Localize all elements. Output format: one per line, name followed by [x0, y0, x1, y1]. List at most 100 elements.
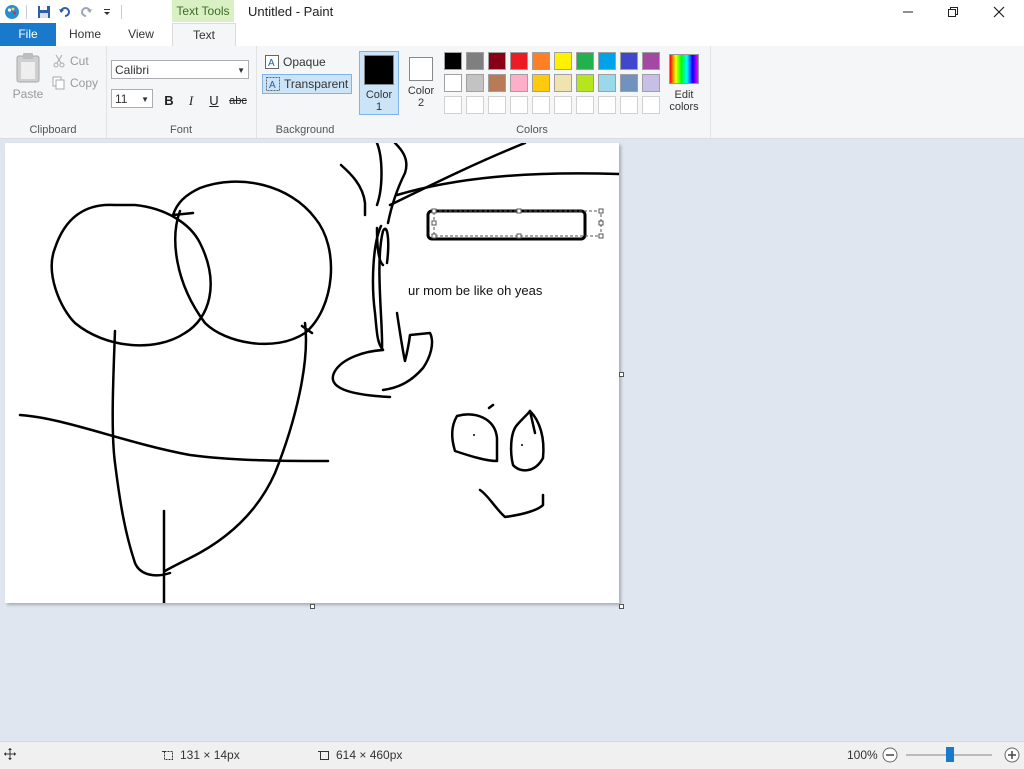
color1-button[interactable]: Color 1	[359, 51, 399, 115]
transparent-button[interactable]: A Transparent	[262, 74, 353, 94]
close-icon	[993, 6, 1005, 17]
quick-access-toolbar	[0, 0, 127, 23]
palette-color-swatch[interactable]	[554, 74, 572, 92]
paste-button[interactable]: Paste	[8, 52, 48, 104]
redo-icon[interactable]	[77, 3, 95, 21]
minimize-icon	[903, 11, 913, 12]
opaque-icon: A	[265, 55, 279, 69]
zoom-slider-thumb[interactable]	[946, 747, 954, 762]
color2-number: 2	[417, 97, 425, 109]
palette-color-swatch[interactable]	[510, 52, 528, 70]
palette-color-swatch[interactable]	[642, 52, 660, 70]
resize-handle-corner[interactable]	[619, 604, 624, 609]
palette-color-swatch[interactable]	[510, 96, 528, 114]
font-family-select[interactable]: Calibri ▼	[111, 60, 249, 79]
edit-colors-label-2: colors	[669, 101, 699, 113]
font-size-value: 11	[115, 92, 128, 106]
palette-color-swatch[interactable]	[510, 74, 528, 92]
palette-color-swatch[interactable]	[488, 96, 506, 114]
palette-color-swatch[interactable]	[444, 52, 462, 70]
cut-button[interactable]: Cut	[52, 54, 89, 68]
palette-color-swatch[interactable]	[444, 74, 462, 92]
tab-file[interactable]: File	[0, 23, 56, 46]
palette-color-swatch[interactable]	[466, 96, 484, 114]
status-bar: 131 × 14px 614 × 460px 100%	[0, 741, 1024, 769]
clipboard-group: Paste Cut Copy Clipboard	[0, 46, 107, 138]
opaque-button[interactable]: A Opaque	[262, 52, 329, 72]
palette-color-swatch[interactable]	[642, 74, 660, 92]
palette-color-swatch[interactable]	[466, 74, 484, 92]
strikethrough-button[interactable]: abc	[228, 91, 248, 111]
color2-button[interactable]: Color 2	[401, 51, 441, 115]
separator	[26, 4, 27, 19]
maximize-button[interactable]	[930, 0, 976, 23]
palette-color-swatch[interactable]	[444, 96, 462, 114]
restore-icon	[948, 6, 958, 17]
transparent-icon: A	[266, 77, 280, 91]
save-icon[interactable]	[35, 3, 53, 21]
edit-colors-button[interactable]: Edit colors	[666, 54, 702, 113]
font-size-select[interactable]: 11 ▼	[111, 89, 153, 108]
chevron-down-icon: ▼	[237, 66, 245, 75]
tab-home[interactable]: Home	[62, 23, 108, 46]
window-title: Untitled - Paint	[248, 4, 334, 19]
separator	[121, 4, 122, 19]
copy-icon	[52, 76, 65, 90]
resize-handle-bottom[interactable]	[310, 604, 315, 609]
font-group: Calibri ▼ 11 ▼ B I U abc Font	[106, 46, 257, 138]
paint-app-icon[interactable]	[3, 3, 21, 21]
palette-color-swatch[interactable]	[532, 52, 550, 70]
palette-color-swatch[interactable]	[598, 96, 616, 114]
tab-text[interactable]: Text	[172, 23, 236, 48]
selection-size-value: 131 × 14px	[180, 748, 240, 762]
svg-text:A: A	[268, 58, 275, 69]
zoom-value: 100%	[847, 748, 878, 762]
italic-button[interactable]: I	[181, 91, 201, 111]
tab-view[interactable]: View	[118, 23, 164, 46]
svg-text:A: A	[269, 80, 276, 91]
minimize-button[interactable]	[885, 0, 931, 23]
zoom-level: 100%	[847, 748, 878, 762]
copy-button[interactable]: Copy	[52, 76, 98, 90]
color1-label: Color	[365, 89, 393, 101]
canvas-size-icon	[318, 751, 329, 760]
transparent-label: Transparent	[284, 77, 349, 91]
zoom-out-button[interactable]	[882, 747, 898, 763]
zoom-in-icon	[1004, 747, 1020, 763]
palette-color-swatch[interactable]	[488, 74, 506, 92]
palette-color-swatch[interactable]	[576, 52, 594, 70]
palette-color-swatch[interactable]	[642, 96, 660, 114]
underline-button[interactable]: U	[204, 91, 224, 111]
palette-color-swatch[interactable]	[598, 52, 616, 70]
palette-color-swatch[interactable]	[576, 74, 594, 92]
drawing-canvas[interactable]: ur mom be like oh yeas	[5, 143, 619, 603]
palette-color-swatch[interactable]	[620, 52, 638, 70]
zoom-in-button[interactable]	[1004, 747, 1020, 763]
selection-icon	[162, 751, 173, 760]
freehand-drawing	[18, 143, 619, 603]
bold-button[interactable]: B	[159, 91, 179, 111]
palette-color-swatch[interactable]	[466, 52, 484, 70]
palette-color-swatch[interactable]	[598, 74, 616, 92]
resize-handle-right[interactable]	[619, 372, 624, 377]
color1-number: 1	[375, 101, 383, 113]
palette-color-swatch[interactable]	[554, 52, 572, 70]
customize-toolbar-icon[interactable]	[98, 3, 116, 21]
palette-color-swatch[interactable]	[554, 96, 572, 114]
undo-icon[interactable]	[56, 3, 74, 21]
paste-label: Paste	[12, 87, 44, 101]
palette-color-swatch[interactable]	[532, 96, 550, 114]
palette-color-swatch[interactable]	[532, 74, 550, 92]
color-palette	[444, 52, 660, 114]
canvas-size: 614 × 460px	[318, 748, 402, 762]
title-bar: Text Tools Untitled - Paint	[0, 0, 1024, 23]
palette-color-swatch[interactable]	[576, 96, 594, 114]
cursor-position	[4, 748, 16, 760]
palette-color-swatch[interactable]	[488, 52, 506, 70]
rainbow-icon	[669, 54, 699, 84]
palette-color-swatch[interactable]	[620, 96, 638, 114]
background-group-label: Background	[275, 124, 335, 136]
palette-color-swatch[interactable]	[620, 74, 638, 92]
close-button[interactable]	[976, 0, 1022, 23]
font-group-label: Font	[169, 124, 192, 136]
